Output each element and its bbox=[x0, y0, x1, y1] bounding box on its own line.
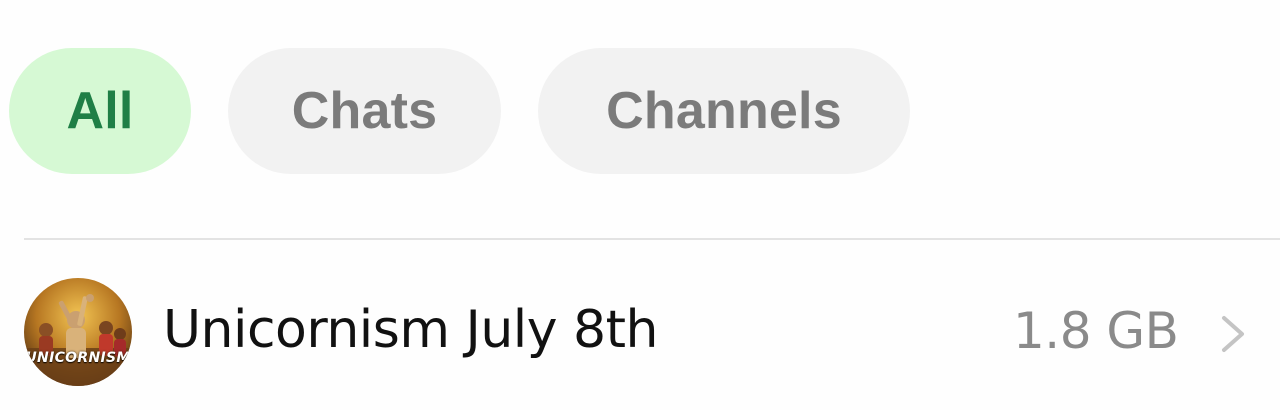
storage-screen: All Chats Channels UNICORNISM Unicornism… bbox=[0, 0, 1280, 410]
filter-bar: All Chats Channels bbox=[9, 48, 910, 174]
avatar-image bbox=[24, 278, 132, 386]
filter-chip-channels[interactable]: Channels bbox=[538, 48, 910, 174]
chat-name: Unicornism July 8th bbox=[163, 300, 659, 360]
storage-size: 1.8 GB bbox=[1013, 302, 1179, 360]
group-photo-avatar: UNICORNISM bbox=[24, 278, 132, 386]
list-divider bbox=[24, 238, 1280, 240]
filter-chip-chats-label: Chats bbox=[291, 82, 438, 140]
storage-list-item[interactable]: UNICORNISM Unicornism July 8th 1.8 GB bbox=[0, 276, 1280, 388]
filter-chip-channels-label: Channels bbox=[606, 82, 842, 140]
filter-chip-all-label: All bbox=[66, 82, 134, 140]
filter-chip-all[interactable]: All bbox=[9, 48, 191, 174]
avatar-caption: UNICORNISM bbox=[25, 350, 131, 366]
filter-chip-chats[interactable]: Chats bbox=[228, 48, 501, 174]
chevron-right-icon bbox=[1222, 316, 1244, 352]
